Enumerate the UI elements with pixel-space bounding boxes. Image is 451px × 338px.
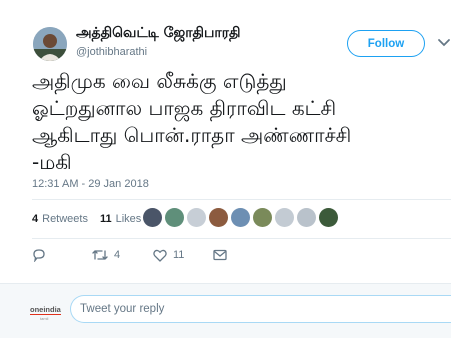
- envelope-icon: [213, 249, 227, 261]
- tweet-text-line: ஓட்றதுனால பாஜக திராவிட கட்சி: [32, 96, 337, 120]
- likers-avatars: [143, 208, 341, 227]
- liker-avatar[interactable]: [209, 208, 228, 227]
- tweet-timestamp[interactable]: 12:31 AM - 29 Jan 2018: [32, 178, 149, 190]
- liker-avatar[interactable]: [253, 208, 272, 227]
- author-display-name[interactable]: அத்திவெட்டி ஜோதிபாரதி: [76, 25, 240, 43]
- author-handle[interactable]: @jothibharathi: [76, 46, 147, 58]
- liker-avatar[interactable]: [319, 208, 338, 227]
- reply-action[interactable]: [32, 246, 46, 264]
- chevron-down-icon[interactable]: [437, 37, 451, 49]
- author-avatar[interactable]: [33, 27, 67, 61]
- retweet-count: 4: [114, 249, 121, 261]
- retweets-count: 4: [32, 213, 39, 225]
- heart-icon: [153, 249, 167, 262]
- follow-button[interactable]: Follow: [347, 30, 425, 57]
- retweets-label: Retweets: [42, 213, 88, 225]
- reply-input[interactable]: Tweet your reply: [70, 295, 451, 323]
- retweet-icon: [92, 250, 108, 260]
- reply-bar: oneindia tamil Tweet your reply: [0, 283, 451, 338]
- divider: [32, 199, 451, 200]
- liker-avatar[interactable]: [165, 208, 184, 227]
- engagement-stats: 4 Retweets 11 Likes: [32, 206, 153, 232]
- oneindia-logo: oneindia tamil: [30, 301, 64, 323]
- liker-avatar[interactable]: [187, 208, 206, 227]
- tweet-text: அதிமுக வை லீசுக்கு எடுத்து ஓட்றதுனால பாஜ…: [32, 68, 444, 176]
- likes-stat[interactable]: 11 Likes: [100, 213, 141, 225]
- reply-icon: [33, 249, 45, 262]
- retweets-stat[interactable]: 4 Retweets: [32, 213, 88, 225]
- divider: [32, 238, 451, 239]
- tweet-text-line: அதிமுக வை லீசுக்கு எடுத்து: [32, 69, 287, 93]
- svg-text:oneindia: oneindia: [30, 305, 62, 314]
- like-count: 11: [173, 249, 185, 261]
- liker-avatar[interactable]: [275, 208, 294, 227]
- svg-text:tamil: tamil: [40, 316, 49, 321]
- retweet-action[interactable]: 4: [92, 246, 120, 264]
- tweet-text-line: ஆகிடாது பொன்.ராதா அண்ணாச்சி: [32, 123, 352, 147]
- likes-count: 11: [99, 213, 112, 225]
- liker-avatar[interactable]: [297, 208, 316, 227]
- liker-avatar[interactable]: [143, 208, 162, 227]
- message-action[interactable]: [213, 246, 227, 264]
- likes-label: Likes: [115, 213, 142, 225]
- tweet-card: அத்திவெட்டி ஜோதிபாரதி @jothibharathi Fol…: [0, 0, 451, 338]
- liker-avatar[interactable]: [231, 208, 250, 227]
- like-action[interactable]: 11: [153, 246, 184, 264]
- tweet-text-line: -மகி: [32, 150, 72, 174]
